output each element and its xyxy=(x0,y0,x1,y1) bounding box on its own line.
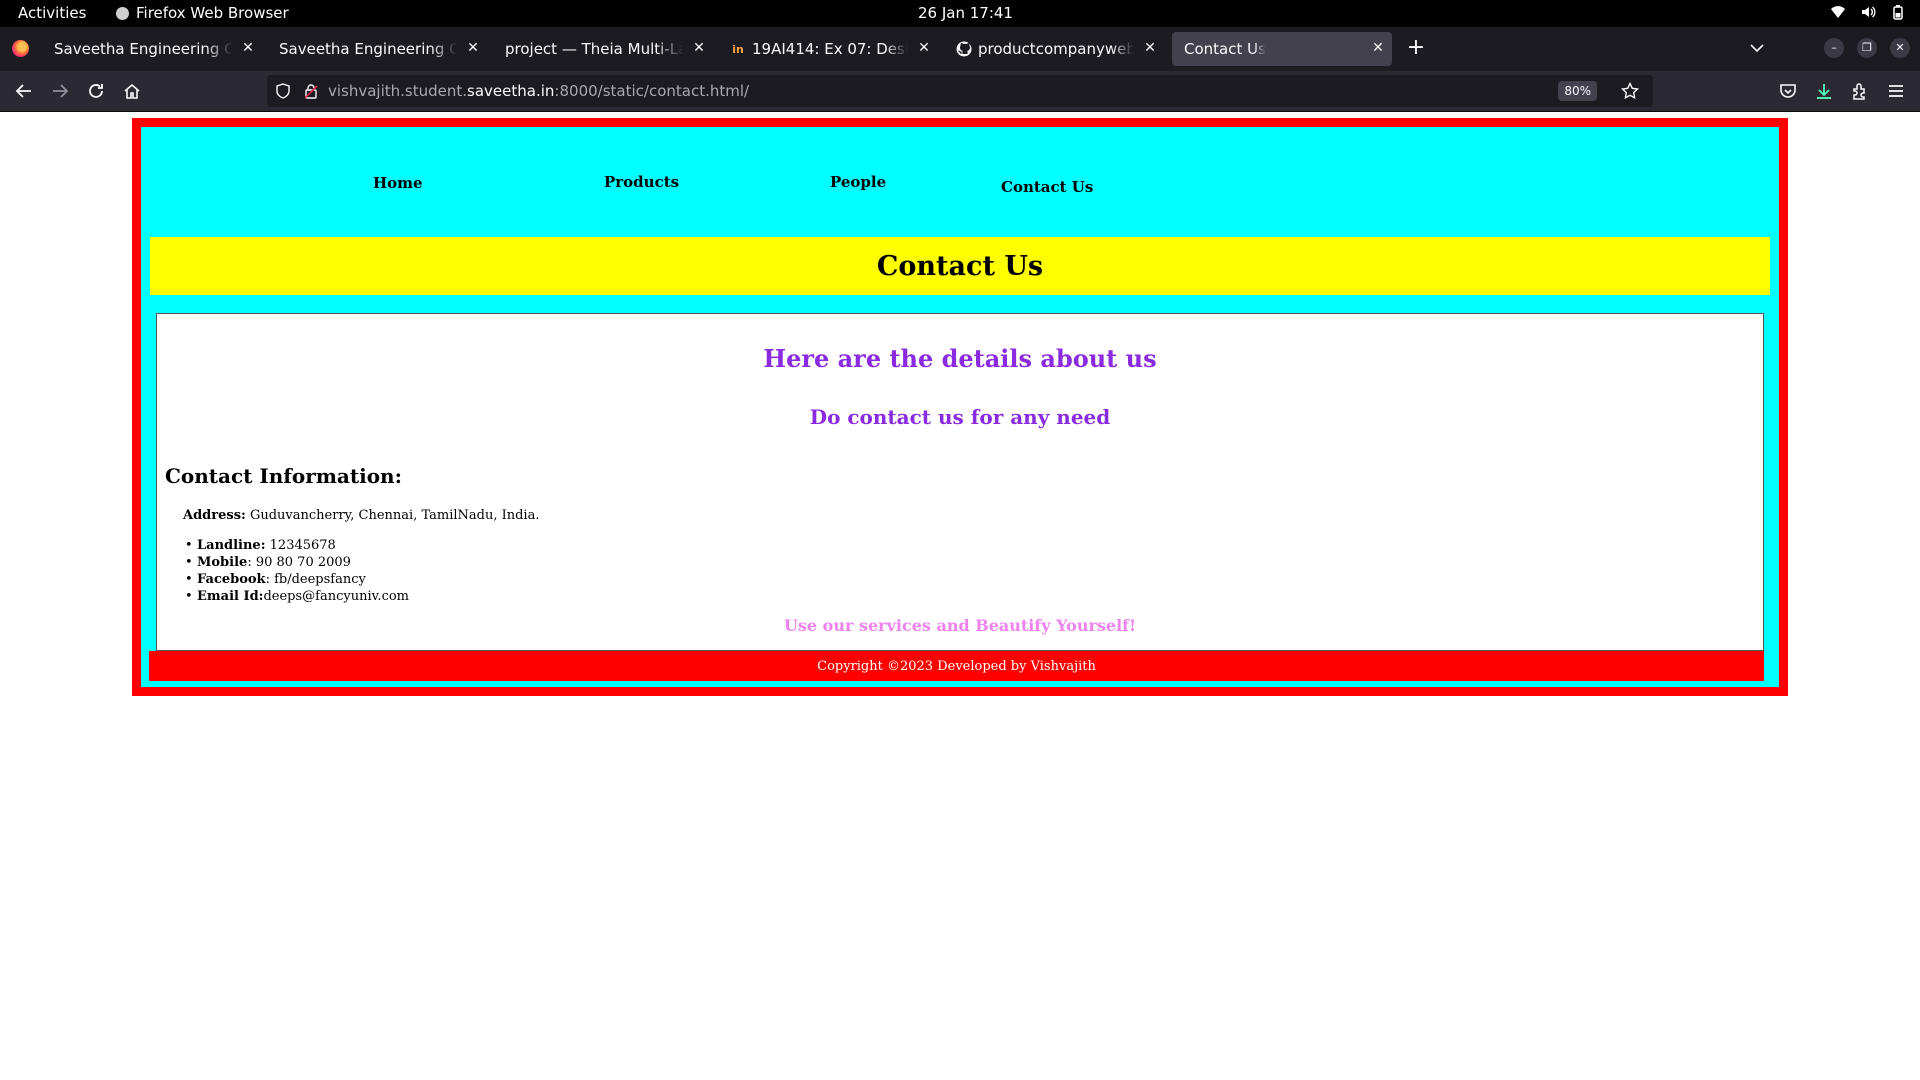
list-item-mobile: Mobile: 90 80 70 2009 xyxy=(183,554,409,571)
copyright-text: Copyright ©2023 Developed by Vishvajith xyxy=(817,658,1096,674)
extensions-icon[interactable] xyxy=(1850,81,1870,101)
landline-value: 12345678 xyxy=(265,538,336,553)
contact-details-list: Landline: 12345678 Mobile: 90 80 70 2009… xyxy=(183,537,409,605)
tab-theia-project[interactable]: project — Theia Multi-Language ✕ xyxy=(493,32,713,66)
page-title: Contact Us xyxy=(876,250,1044,282)
close-icon[interactable]: ✕ xyxy=(465,40,481,56)
firefox-icon xyxy=(12,40,29,57)
tab-title: productcompanywebsite xyxy=(978,40,1134,58)
page-container: Home Products People Contact Us Contact … xyxy=(141,127,1779,687)
url-host: saveetha.in xyxy=(467,82,555,100)
list-item-facebook: Facebook: fb/deepsfancy xyxy=(183,571,409,588)
tab-title: Saveetha Engineering College xyxy=(279,40,457,58)
details-heading: Here are the details about us xyxy=(763,344,1157,373)
app-menu[interactable]: Firefox Web Browser xyxy=(116,4,289,22)
mobile-value: : 90 80 70 2009 xyxy=(247,555,351,570)
back-icon[interactable] xyxy=(14,81,34,101)
close-icon[interactable]: ✕ xyxy=(1370,40,1386,56)
clock[interactable]: 26 Jan 17:41 xyxy=(918,4,1013,22)
facebook-value: : fb/deepsfancy xyxy=(265,572,366,587)
restore-window-button[interactable]: ❐ xyxy=(1857,38,1877,58)
landline-label: Landline: xyxy=(197,538,266,553)
tab-title: Contact Us xyxy=(1184,40,1266,58)
contact-information-heading: Contact Information: xyxy=(165,464,402,488)
star-icon[interactable] xyxy=(1621,82,1639,100)
page-outer-frame: Home Products People Contact Us Contact … xyxy=(132,118,1788,696)
home-icon[interactable] xyxy=(122,81,142,101)
site-navigation: Home Products People Contact Us xyxy=(141,127,1779,227)
close-icon[interactable]: ✕ xyxy=(240,40,256,56)
nav-link-products[interactable]: Products xyxy=(604,173,679,191)
new-tab-button[interactable]: + xyxy=(1404,37,1428,59)
close-icon[interactable]: ✕ xyxy=(691,40,707,56)
nav-link-people[interactable]: People xyxy=(830,173,886,191)
volume-icon xyxy=(1862,6,1876,18)
page-banner: Contact Us xyxy=(150,237,1770,295)
tab-strip: Saveetha Engineering College ✕ Saveetha … xyxy=(0,27,1920,71)
url-text[interactable]: vishvajith.student.saveetha.in:8000/stat… xyxy=(328,82,749,100)
navigation-toolbar: vishvajith.student.saveetha.in:8000/stat… xyxy=(0,71,1920,112)
course-favicon: in xyxy=(732,42,744,56)
download-icon[interactable] xyxy=(1814,81,1834,101)
wifi-icon xyxy=(1831,6,1845,18)
tab-contact-us[interactable]: Contact Us ✕ xyxy=(1172,32,1392,66)
activities-button[interactable]: Activities xyxy=(18,4,86,22)
url-host-prefix: vishvajith.student. xyxy=(328,82,468,100)
close-icon[interactable]: ✕ xyxy=(1142,40,1158,56)
url-path: :8000/static/contact.html/ xyxy=(554,82,750,100)
url-bar[interactable]: vishvajith.student.saveetha.in:8000/stat… xyxy=(267,75,1653,107)
system-top-bar: Activities Firefox Web Browser 26 Jan 17… xyxy=(0,0,1920,27)
menu-icon[interactable] xyxy=(1886,81,1906,101)
lock-icon[interactable] xyxy=(303,83,319,99)
contact-content-box: Here are the details about us Do contact… xyxy=(156,313,1764,651)
facebook-label: Facebook xyxy=(197,572,266,587)
page-footer: Copyright ©2023 Developed by Vishvajith xyxy=(149,651,1764,681)
tab-title: 19AI414: Ex 07: Design a xyxy=(752,40,908,58)
email-value: deeps@fancyuniv.com xyxy=(263,589,410,604)
github-icon xyxy=(956,41,972,57)
tab-title: project — Theia Multi-Language xyxy=(505,40,683,58)
tab-19ai414[interactable]: in 19AI414: Ex 07: Design a ✕ xyxy=(718,32,938,66)
system-tray[interactable] xyxy=(1830,4,1906,20)
address-label: Address: xyxy=(183,508,246,523)
contact-subheading: Do contact us for any need xyxy=(809,405,1111,429)
shield-icon[interactable] xyxy=(275,83,291,99)
email-label: Email Id: xyxy=(197,589,264,604)
list-all-tabs-icon[interactable] xyxy=(1750,41,1764,55)
minimize-window-button[interactable]: – xyxy=(1824,38,1844,58)
address-line: Address: Guduvancherry, Chennai, TamilNa… xyxy=(183,508,539,523)
tab-title: Saveetha Engineering College xyxy=(54,40,232,58)
address-value: Guduvancherry, Chennai, TamilNadu, India… xyxy=(245,508,540,523)
tab-saveetha-1[interactable]: Saveetha Engineering College ✕ xyxy=(42,32,262,66)
mobile-label: Mobile xyxy=(197,555,248,570)
reload-icon[interactable] xyxy=(86,81,106,101)
nav-link-home[interactable]: Home xyxy=(373,174,423,192)
list-item-email: Email Id:deeps@fancyuniv.com xyxy=(183,588,409,605)
app-name: Firefox Web Browser xyxy=(136,4,289,22)
list-item-landline: Landline: 12345678 xyxy=(183,537,409,554)
zoom-level-button[interactable]: 80% xyxy=(1558,81,1597,101)
forward-icon[interactable] xyxy=(50,81,70,101)
close-icon[interactable]: ✕ xyxy=(916,40,932,56)
tab-github-productcompanywebsite[interactable]: productcompanywebsite ✕ xyxy=(944,32,1164,66)
tab-saveetha-2[interactable]: Saveetha Engineering College ✕ xyxy=(267,32,487,66)
nav-link-contact-us[interactable]: Contact Us xyxy=(1001,178,1093,196)
services-tagline: Use our services and Beautify Yourself! xyxy=(783,616,1137,635)
battery-icon xyxy=(1893,5,1903,20)
firefox-app-icon xyxy=(116,6,129,20)
close-window-button[interactable]: ✕ xyxy=(1890,38,1910,58)
pocket-icon[interactable] xyxy=(1778,81,1798,101)
